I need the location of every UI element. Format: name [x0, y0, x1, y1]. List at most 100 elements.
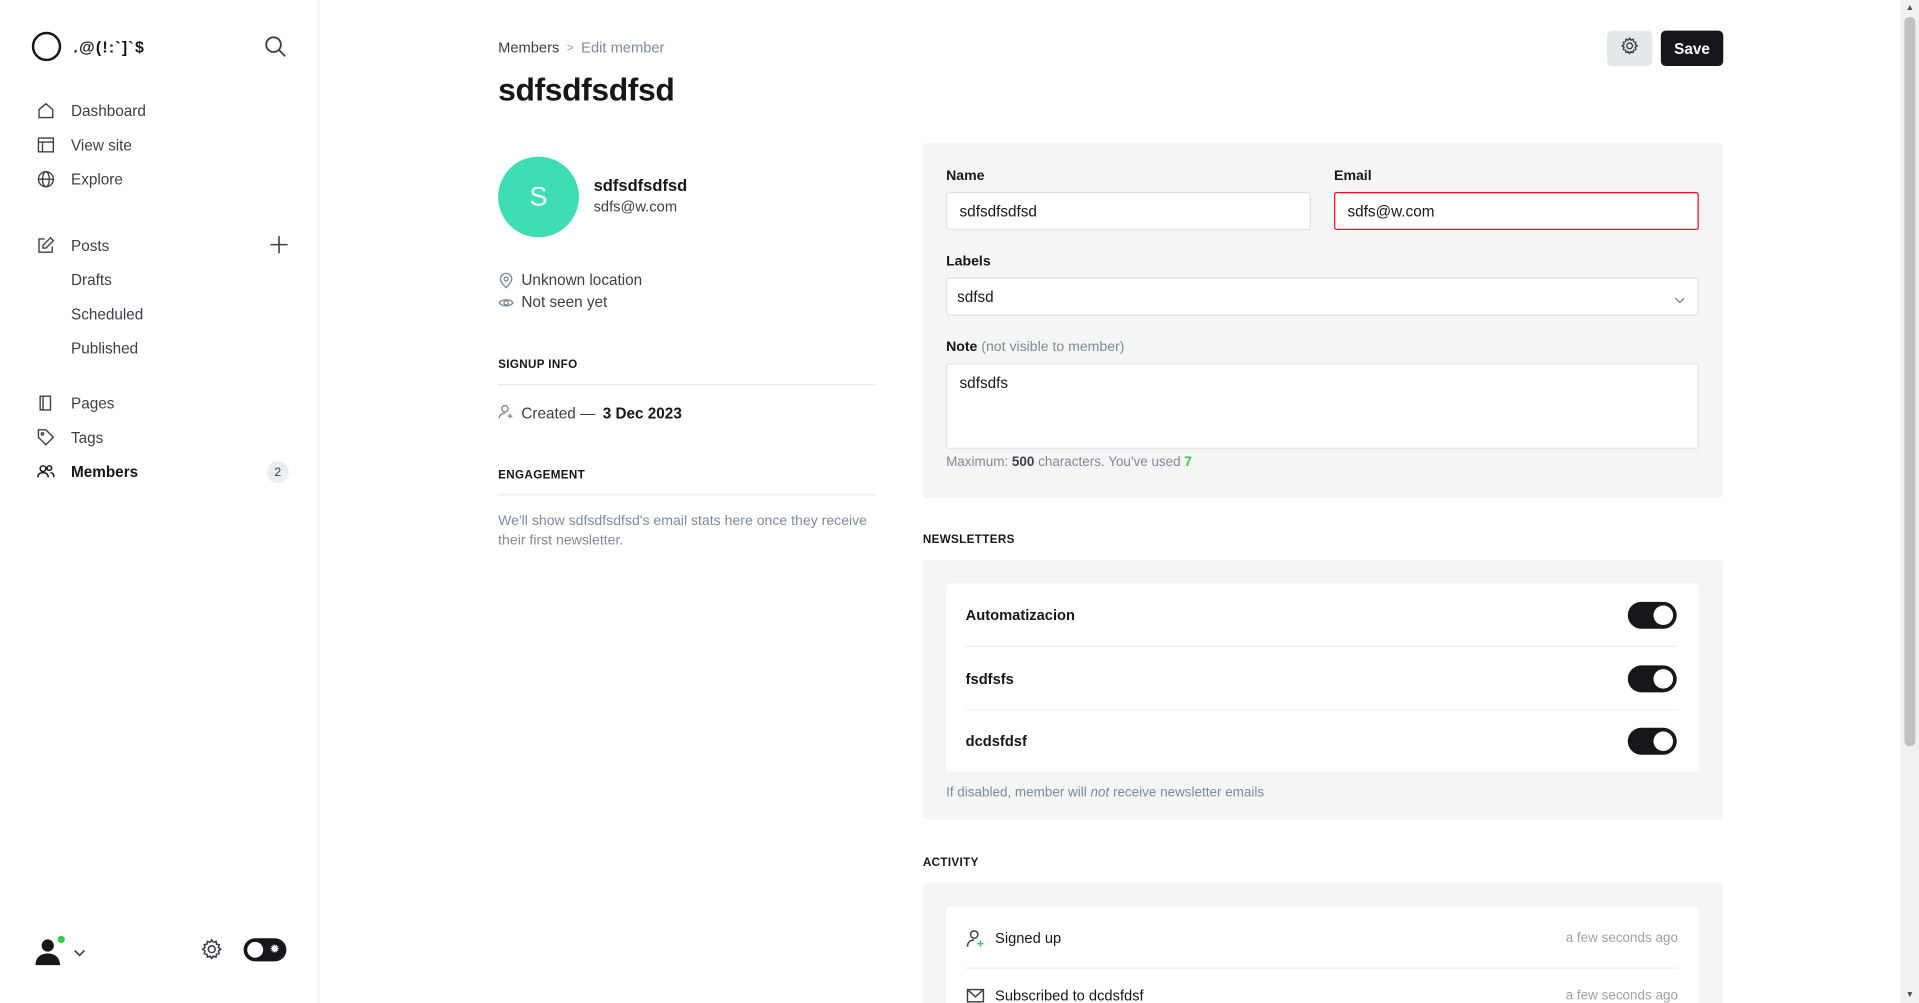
newsletter-name: dcdsfdsf — [965, 732, 1027, 750]
users-icon — [37, 462, 57, 482]
newsletter-toggle[interactable] — [1627, 601, 1677, 629]
scroll-up-arrow-icon[interactable]: ▲ — [1904, 2, 1915, 13]
divider — [498, 384, 876, 386]
note-hint: (not visible to member) — [981, 340, 1125, 355]
breadcrumb-current: Edit member — [581, 39, 665, 57]
counter-mid: characters. You've used — [1034, 455, 1185, 470]
divider — [498, 494, 876, 496]
name-label: Name — [946, 168, 985, 184]
sidebar-item-pages[interactable]: Pages — [37, 387, 294, 421]
sidebar: .@(!:`]`$ Dashboard View site Explore Po… — [0, 0, 320, 1003]
scroll-down-arrow-icon[interactable]: ▼ — [1904, 990, 1915, 1001]
newsletter-toggle[interactable] — [1627, 727, 1677, 755]
sidebar-item-explore[interactable]: Explore — [37, 163, 294, 197]
sidebar-item-dashboard[interactable]: Dashboard — [37, 94, 294, 128]
created-prefix: Created — — [521, 404, 596, 423]
app-window: .@(!:`]`$ Dashboard View site Explore Po… — [0, 0, 1919, 1003]
sidebar-item-label: Pages — [70, 395, 115, 413]
sidebar-item-view-site[interactable]: View site — [37, 128, 294, 162]
sidebar-item-posts[interactable]: Posts — [37, 229, 294, 263]
newsletter-toggle[interactable] — [1627, 665, 1677, 693]
sidebar-item-label: Dashboard — [70, 102, 146, 120]
sidebar-item-scheduled[interactable]: Scheduled — [37, 297, 294, 331]
email-field[interactable] — [1334, 192, 1699, 230]
scrollbar[interactable]: ▲ ▼ — [1900, 0, 1919, 1003]
activity-heading: ACTIVITY — [922, 856, 979, 870]
home-icon — [37, 102, 57, 122]
note-label-text: Note — [946, 340, 978, 355]
brand[interactable]: .@(!:`]`$ — [31, 31, 146, 62]
sidebar-item-members[interactable]: Members 2 — [37, 455, 294, 489]
gear-icon — [1620, 36, 1639, 60]
member-last-seen: Not seen yet — [498, 294, 607, 311]
counter-max: 500 — [1011, 455, 1035, 470]
newsletters-heading: NEWSLETTERS — [922, 533, 1015, 547]
members-count-badge: 2 — [266, 461, 289, 484]
sidebar-footer: ✹ — [32, 932, 289, 969]
brand-logo-icon — [31, 31, 62, 62]
breadcrumb: Members > Edit member — [498, 39, 664, 56]
activity-list: Signed up a few seconds ago Subscribed t… — [946, 906, 1699, 1003]
layout-icon — [37, 136, 57, 156]
counter-prefix: Maximum: — [946, 455, 1012, 470]
note-textarea[interactable]: sdfsdfs — [946, 363, 1699, 449]
tag-icon — [37, 428, 57, 448]
nav-main: Dashboard View site Explore — [37, 94, 294, 197]
gear-icon[interactable] — [201, 938, 223, 960]
mail-icon — [966, 986, 986, 1003]
chevron-down-icon — [1674, 292, 1685, 304]
sidebar-item-label: Posts — [70, 237, 110, 255]
sidebar-item-label: Drafts — [70, 271, 112, 289]
nav-content: Posts Drafts Scheduled Published — [37, 229, 294, 366]
member-name: sdfsdfsdfsd — [593, 176, 688, 195]
sidebar-item-label: Tags — [70, 429, 104, 447]
member-location: Unknown location — [498, 272, 642, 289]
newsletter-row: fsdfsfs — [966, 647, 1678, 709]
created-info: Created — 3 Dec 2023 — [498, 404, 682, 424]
created-date: 3 Dec 2023 — [602, 404, 682, 423]
breadcrumb-members-link[interactable]: Members — [498, 39, 559, 56]
labels-select-value: sdfsd — [957, 288, 994, 306]
note-label: Note (not visible to member) — [946, 340, 1124, 355]
chevron-down-icon[interactable] — [73, 943, 86, 957]
sidebar-item-tags[interactable]: Tags — [37, 421, 294, 455]
book-icon — [37, 394, 57, 414]
member-email: sdfs@w.com — [593, 198, 678, 216]
activity-time: a few seconds ago — [1565, 930, 1678, 946]
labels-label: Labels — [946, 254, 991, 270]
sidebar-item-label: Explore — [70, 171, 123, 189]
search-icon[interactable] — [263, 34, 287, 58]
globe-icon — [37, 170, 57, 190]
activity-text: Subscribed to dcdsfdsf — [995, 987, 1144, 1003]
save-button[interactable]: Save — [1660, 30, 1724, 67]
scrollbar-thumb[interactable] — [1904, 17, 1916, 747]
sidebar-item-label: Members — [70, 463, 139, 481]
last-seen-text: Not seen yet — [521, 293, 608, 311]
member-actions-button[interactable] — [1606, 30, 1653, 67]
activity-time: a few seconds ago — [1565, 988, 1678, 1003]
edit-icon — [37, 236, 57, 256]
activity-row: Subscribed to dcdsfdsf a few seconds ago — [966, 968, 1678, 1003]
sidebar-item-published[interactable]: Published — [37, 331, 294, 365]
user-add-icon — [498, 404, 514, 424]
page-title: sdfsdfsdfsd — [498, 70, 675, 108]
sidebar-item-drafts[interactable]: Drafts — [37, 263, 294, 297]
labels-select[interactable]: sdfsd — [946, 277, 1699, 316]
sidebar-item-label: Scheduled — [70, 305, 144, 323]
theme-toggle[interactable]: ✹ — [243, 938, 287, 962]
help-suffix: receive newsletter emails — [1109, 785, 1265, 800]
engagement-text: We'll show sdfsdfsdfsd's email stats her… — [498, 513, 868, 548]
counter-used: 7 — [1184, 455, 1192, 470]
activity-text: Signed up — [995, 929, 1062, 947]
email-label: Email — [1334, 168, 1372, 184]
newsletter-name: Automatizacion — [965, 606, 1076, 624]
add-post-icon[interactable] — [269, 235, 289, 255]
name-field[interactable] — [946, 192, 1311, 230]
toggle-knob — [1653, 731, 1674, 752]
location-text: Unknown location — [521, 271, 643, 289]
help-emphasis: not — [1090, 785, 1110, 800]
sidebar-item-label: View site — [70, 136, 132, 155]
brand-name: .@(!:`]`$ — [73, 37, 146, 56]
newsletter-row: dcdsfdsf — [966, 709, 1678, 771]
newsletters-list: Automatizacion fsdfsfs dcdsfdsf — [946, 583, 1699, 772]
